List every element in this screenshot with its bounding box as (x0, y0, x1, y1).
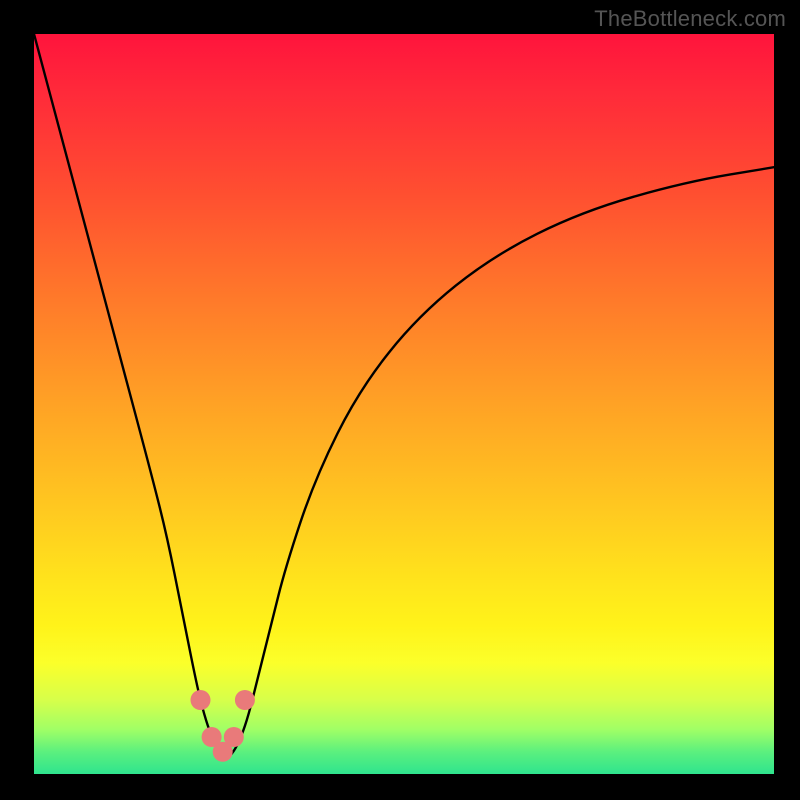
curve-svg (34, 34, 774, 774)
curve-marker (224, 727, 244, 747)
bottleneck-curve-path (34, 34, 774, 757)
curve-marker (191, 690, 211, 710)
watermark-text: TheBottleneck.com (594, 6, 786, 32)
plot-area (34, 34, 774, 774)
chart-frame: TheBottleneck.com (0, 0, 800, 800)
curve-marker (235, 690, 255, 710)
